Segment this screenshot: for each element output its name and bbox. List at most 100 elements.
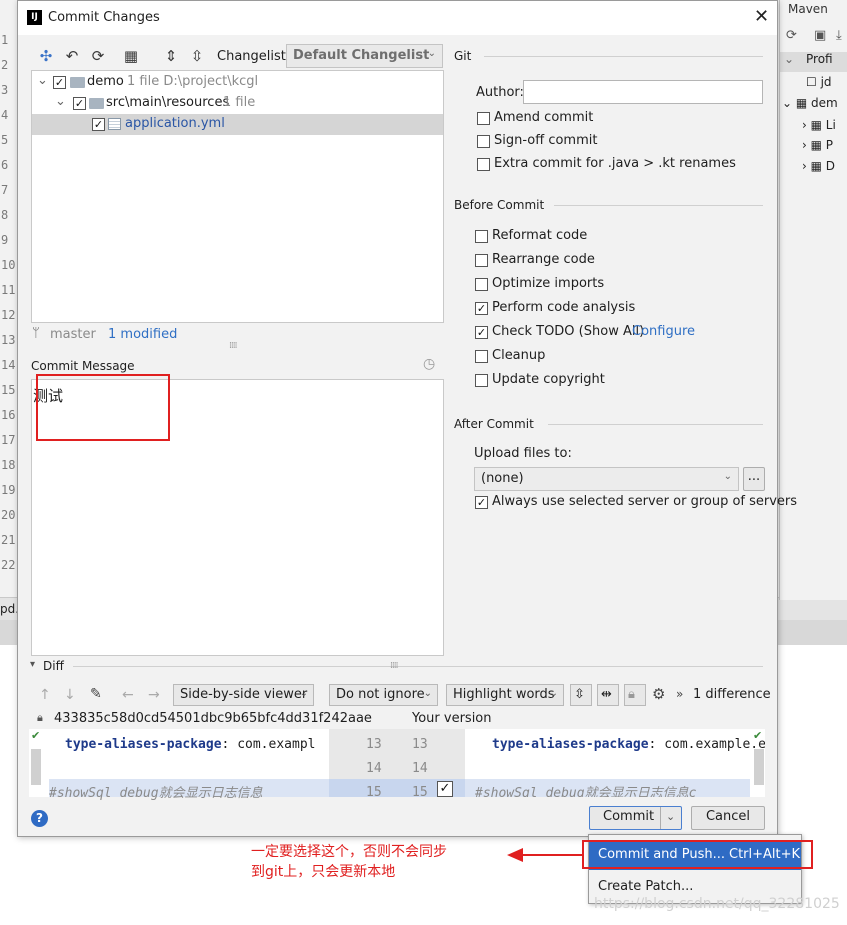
splitter-handle[interactable]: ⁞⁞⁞⁞	[390, 661, 399, 671]
viewer-mode-select[interactable]: Side-by-side viewer ⌄	[173, 684, 314, 706]
maven-row-demo[interactable]: ⌄ ▦ dem	[782, 96, 838, 110]
maven-row-dependencies[interactable]: › ▦ D	[802, 159, 835, 173]
create-patch-menu-item[interactable]: Create Patch...	[598, 879, 693, 894]
author-label: Author:	[476, 85, 524, 100]
commit-changes-dialog: IJ Commit Changes ✕ ✣ ↶ ⟳ ▦ ⇕ ⇳ Changeli…	[17, 0, 797, 837]
maven-panel: Maven ⟳ ▣ ⤓ ⌄ Profi ☐ jd ⌄ ▦ dem › ▦ Li ›…	[779, 0, 847, 600]
diff-section-title: Diff	[43, 659, 64, 673]
separator	[548, 424, 763, 425]
whitespace-ignore-select[interactable]: Do not ignore ⌄	[329, 684, 438, 706]
maven-refresh-icon[interactable]: ⟳	[786, 28, 797, 43]
edit-source-icon[interactable]: ✎	[90, 686, 102, 702]
cancel-button[interactable]: Cancel	[691, 806, 765, 830]
configure-todo-link[interactable]: Configure	[632, 324, 695, 339]
changelist-label: Changelist:	[217, 49, 291, 64]
back-arrow-icon[interactable]: ←	[122, 687, 134, 703]
gutter-line-number: 13	[1, 333, 16, 347]
changes-tree: ⌄ ✓ demo 1 file D:\project\kcgl ⌄ ✓ src\…	[31, 70, 444, 323]
checkbox[interactable]	[477, 158, 490, 171]
upload-server-select[interactable]: (none) ⌄	[474, 467, 739, 491]
checkbox[interactable]	[475, 374, 488, 387]
maven-row-lifecycle[interactable]: › ▦ Li	[802, 118, 836, 132]
expand-all-icon[interactable]: ⇕	[162, 47, 180, 65]
diff-right-line-15: #showSql debug就会显示日志信息c	[475, 786, 697, 797]
maven-row-jd[interactable]: ☐ jd	[806, 75, 832, 89]
help-icon[interactable]: ?	[31, 810, 48, 827]
collapse-unchanged-icon[interactable]: ⇳	[570, 684, 592, 706]
tree-label-application-yml: application.yml	[125, 116, 225, 131]
before-commit-section-title: Before Commit	[454, 198, 545, 212]
chevron-down-icon[interactable]: ⌄	[37, 73, 48, 88]
line-number: 14	[366, 761, 382, 776]
highlight-mode-select[interactable]: Highlight words ⌄	[446, 684, 564, 706]
close-icon[interactable]: ✕	[754, 6, 769, 27]
checkbox[interactable]	[477, 112, 490, 125]
tree-checkbox-resources[interactable]: ✓	[73, 97, 86, 110]
diff-right-pane[interactable]: type-aliases-package: com.example.e #sho…	[465, 729, 765, 797]
commit-button[interactable]: Commit ⌄	[589, 806, 682, 830]
module-folder-icon	[70, 77, 85, 88]
gutter-line-number: 8	[1, 208, 9, 222]
scroll-marker	[754, 749, 764, 785]
line-number: 13	[412, 737, 428, 752]
checkbox[interactable]: ✓	[475, 326, 488, 339]
gear-icon[interactable]: ⚙	[652, 685, 665, 703]
checkbox[interactable]	[475, 230, 488, 243]
rollback-icon[interactable]: ↶	[63, 47, 81, 65]
splitter-handle[interactable]: ⁞⁞⁞⁞	[229, 341, 238, 351]
history-clock-icon[interactable]: ◷	[423, 356, 435, 372]
dialog-titlebar: IJ Commit Changes ✕	[18, 1, 777, 35]
collapse-diff-icon[interactable]: ▾	[30, 659, 35, 670]
next-difference-icon[interactable]: ↓	[64, 687, 76, 703]
author-input[interactable]	[523, 80, 763, 104]
maven-title: Maven	[788, 2, 828, 16]
diff-left-line-15: #showSql debug就会显示日志信息	[49, 786, 263, 801]
checkbox[interactable]	[475, 254, 488, 267]
commit-button-label: Commit	[603, 809, 655, 824]
gutter-line-number: 14	[1, 358, 16, 372]
changelist-select[interactable]: Default Changelist ⌄	[286, 44, 443, 68]
server-browse-button[interactable]: ...	[743, 467, 765, 491]
gutter-line-number: 12	[1, 308, 16, 322]
checkbox[interactable]: ✓	[475, 302, 488, 315]
tree-row-application-yml[interactable]: ✓ application.yml	[32, 114, 443, 135]
annotation-arrow	[507, 848, 583, 862]
maven-reimport-icon[interactable]: ▣	[814, 28, 826, 43]
intellij-logo-icon: IJ	[27, 10, 42, 25]
checkbox[interactable]	[477, 135, 490, 148]
tree-checkbox-demo[interactable]: ✓	[53, 76, 66, 89]
collapse-all-icon[interactable]: ⇳	[188, 47, 206, 65]
tree-checkbox-application-yml[interactable]: ✓	[92, 118, 105, 131]
tree-label-demo: demo	[87, 74, 124, 89]
checkbox[interactable]: ✓	[475, 496, 488, 509]
maven-row-plugins[interactable]: › ▦ P	[802, 138, 833, 152]
checkmark-icon: ✔	[31, 729, 41, 742]
checkbox[interactable]	[475, 350, 488, 363]
left-revision-hash: 433835c58d0cd54501dbc9b65bfc4dd31f242aae	[54, 711, 372, 726]
diff-left-pane[interactable]: ✔ type-aliases-package: com.exampl #show…	[29, 729, 329, 801]
chevron-down-icon[interactable]: ⌄	[55, 94, 66, 109]
sync-scroll-icon[interactable]: ⇹	[597, 684, 619, 706]
more-actions-icon[interactable]: »	[676, 687, 683, 701]
highlight-box-commit-and-push	[582, 840, 813, 869]
chevron-down-icon: ⌄	[549, 688, 558, 699]
forward-arrow-icon[interactable]: →	[148, 687, 160, 703]
show-diff-icon[interactable]: ✣	[37, 47, 55, 65]
maven-row-profiles[interactable]: ⌄ Profi	[780, 52, 847, 72]
chevron-down-icon[interactable]: ⌄	[666, 807, 675, 827]
tree-row-resources[interactable]: ⌄ ✓ src\main\resources 1 file	[32, 93, 443, 114]
group-by-icon[interactable]: ▦	[122, 47, 140, 65]
lock-icon[interactable]: 🔒︎	[624, 684, 646, 706]
modified-count-link[interactable]: 1 modified	[108, 327, 177, 342]
checkbox[interactable]	[475, 278, 488, 291]
gutter-line-number: 2	[1, 58, 9, 72]
editor-gutter: 1 2 3 4 5 6 7 8 9 10 11 12 13 14 15 16 17 18 19 20 21 22	[0, 0, 18, 600]
refresh-icon[interactable]: ⟳	[89, 47, 107, 65]
separator	[484, 56, 763, 57]
gutter-line-number: 5	[1, 133, 9, 147]
include-change-checkbox[interactable]: ✓	[437, 781, 453, 797]
tree-row-demo[interactable]: ⌄ ✓ demo 1 file D:\project\kcgl	[32, 72, 443, 93]
previous-difference-icon[interactable]: ↑	[39, 687, 51, 703]
chevron-down-icon: ⌄	[423, 688, 432, 699]
maven-download-icon[interactable]: ⤓	[836, 28, 842, 43]
